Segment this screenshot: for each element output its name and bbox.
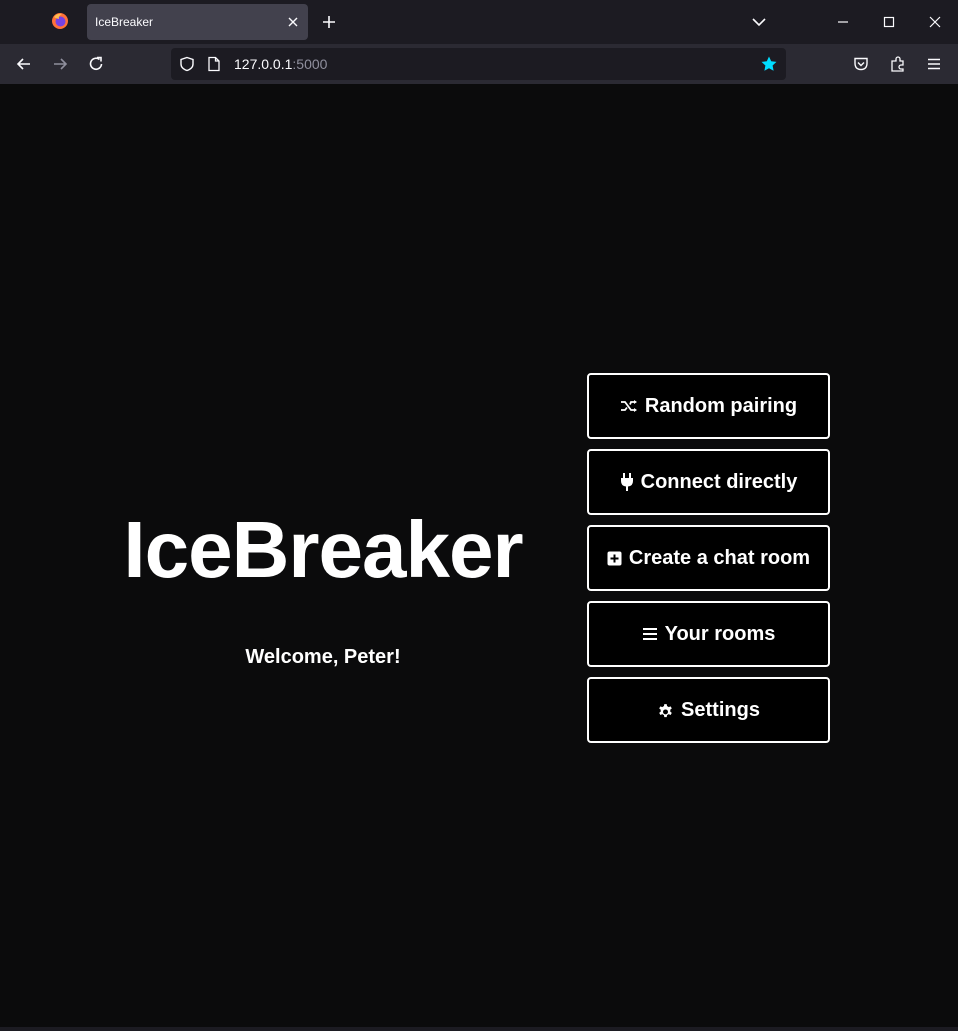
random-pairing-label: Random pairing bbox=[644, 394, 798, 417]
url-bar[interactable]: 127.0.0.1:5000 bbox=[171, 48, 786, 80]
your-rooms-label: Your rooms bbox=[664, 622, 776, 645]
gear-icon bbox=[659, 703, 672, 717]
page-content: IceBreaker Welcome, Peter! Random pairin… bbox=[0, 84, 958, 1031]
connect-directly-label: Connect directly bbox=[640, 470, 798, 493]
create-chat-room-button[interactable]: Create a chat room bbox=[587, 525, 830, 591]
browser-nav-bar: 127.0.0.1:5000 bbox=[0, 44, 958, 84]
bookmark-star-icon[interactable] bbox=[760, 55, 778, 73]
tab-title: IceBreaker bbox=[95, 15, 154, 29]
close-window-icon[interactable] bbox=[925, 12, 945, 32]
firefox-logo-icon[interactable] bbox=[51, 12, 69, 30]
chevron-down-icon[interactable] bbox=[751, 14, 767, 30]
reload-icon[interactable] bbox=[87, 55, 105, 73]
maximize-icon[interactable] bbox=[879, 12, 899, 32]
page-icon[interactable] bbox=[207, 56, 221, 72]
welcome-message: Welcome, Peter! bbox=[245, 646, 401, 668]
forward-arrow-icon[interactable] bbox=[51, 55, 69, 73]
your-rooms-button[interactable]: Your rooms bbox=[587, 601, 830, 667]
app-title: IceBreaker bbox=[123, 505, 523, 594]
bottom-border bbox=[0, 1027, 958, 1031]
close-tab-icon[interactable] bbox=[286, 15, 300, 29]
settings-button[interactable]: Settings bbox=[587, 677, 830, 743]
tab-icebreaker[interactable]: IceBreaker bbox=[87, 4, 308, 40]
shuffle-icon bbox=[620, 400, 637, 412]
plug-icon bbox=[620, 473, 633, 491]
back-arrow-icon[interactable] bbox=[15, 55, 33, 73]
shield-icon[interactable] bbox=[179, 56, 195, 72]
settings-label: Settings bbox=[681, 698, 760, 721]
random-pairing-button[interactable]: Random pairing bbox=[587, 373, 830, 439]
hamburger-menu-icon[interactable] bbox=[925, 55, 943, 73]
extensions-icon[interactable] bbox=[889, 55, 907, 73]
browser-tab-bar: IceBreaker bbox=[0, 0, 958, 44]
minimize-icon[interactable] bbox=[833, 12, 853, 32]
pocket-icon[interactable] bbox=[852, 55, 870, 73]
list-icon bbox=[642, 628, 657, 640]
url-text[interactable]: 127.0.0.1:5000 bbox=[234, 56, 327, 72]
new-tab-icon[interactable] bbox=[321, 14, 337, 30]
create-chat-room-label: Create a chat room bbox=[628, 546, 811, 569]
plus-square-icon bbox=[607, 551, 622, 565]
connect-directly-button[interactable]: Connect directly bbox=[587, 449, 830, 515]
